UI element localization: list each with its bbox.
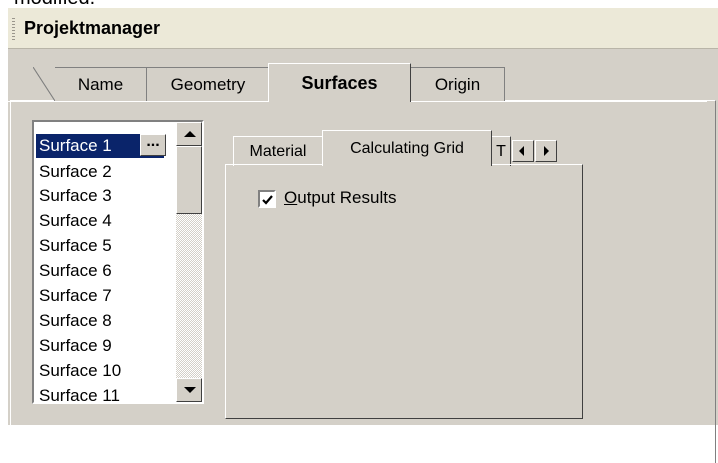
ellipsis-button[interactable]: ... bbox=[140, 134, 166, 156]
tab-scroll-right-button[interactable] bbox=[535, 140, 557, 162]
surface-list-item[interactable]: Surface 1 ... bbox=[36, 134, 166, 158]
output-results-checkbox[interactable] bbox=[258, 190, 276, 208]
surface-list-item[interactable]: Surface 2 bbox=[36, 160, 164, 184]
surface-list-item[interactable]: Surface 11 bbox=[36, 384, 164, 402]
calculating-grid-panel bbox=[225, 164, 583, 419]
checkmark-icon bbox=[262, 195, 273, 205]
tab-surfaces[interactable]: Surfaces bbox=[268, 63, 411, 102]
scroll-down-button[interactable] bbox=[176, 378, 202, 402]
top-fragment-text: modified. bbox=[14, 0, 95, 8]
surface-list-item[interactable]: Surface 5 bbox=[36, 234, 164, 258]
tab-label: Origin bbox=[434, 74, 481, 94]
tab-label: Calculating Grid bbox=[350, 139, 464, 157]
panel-header: Projektmanager bbox=[8, 8, 718, 49]
scroll-thumb[interactable] bbox=[176, 146, 202, 214]
arrow-right-icon bbox=[544, 146, 549, 156]
surface-list[interactable]: Surface 1 ... Surface 2 Surface 3 Surfac… bbox=[32, 120, 204, 404]
scroll-up-button[interactable] bbox=[176, 122, 202, 146]
tab-label: Name bbox=[77, 74, 124, 94]
surface-list-item[interactable]: Surface 6 bbox=[36, 259, 164, 283]
tab-geometry[interactable]: Geometry bbox=[146, 67, 270, 101]
tab-scroll-left-button[interactable] bbox=[512, 140, 534, 162]
tab-label: Surfaces bbox=[301, 72, 378, 93]
tab-calculating-grid[interactable]: Calculating Grid bbox=[322, 130, 492, 166]
grip-handle-icon[interactable] bbox=[12, 18, 15, 40]
surface-list-item[interactable]: Surface 4 bbox=[36, 209, 164, 233]
surface-list-item[interactable]: Surface 3 bbox=[36, 184, 164, 208]
surface-list-item[interactable]: Surface 10 bbox=[36, 359, 164, 383]
arrow-left-icon bbox=[519, 146, 524, 156]
tab-truncated[interactable]: T bbox=[491, 136, 511, 166]
tab-name[interactable]: Name bbox=[33, 67, 147, 101]
tab-material[interactable]: Material bbox=[233, 136, 323, 166]
panel-title: Projektmanager bbox=[24, 18, 161, 38]
tab-label: Geometry bbox=[170, 74, 246, 94]
surface-list-item[interactable]: Surface 7 bbox=[36, 284, 164, 308]
surface-list-item[interactable]: Surface 8 bbox=[36, 309, 164, 333]
tab-label: Material bbox=[249, 142, 307, 160]
surface-list-item[interactable]: Surface 9 bbox=[36, 334, 164, 358]
surface-list-scrollbar[interactable] bbox=[176, 122, 202, 402]
top-text-fragment: modified. bbox=[0, 0, 718, 8]
arrow-down-icon bbox=[184, 387, 196, 393]
arrow-up-icon bbox=[184, 131, 196, 137]
output-results-label[interactable]: Output Results bbox=[284, 188, 396, 208]
tab-origin[interactable]: Origin bbox=[410, 67, 505, 101]
tab-label: T bbox=[496, 142, 506, 160]
